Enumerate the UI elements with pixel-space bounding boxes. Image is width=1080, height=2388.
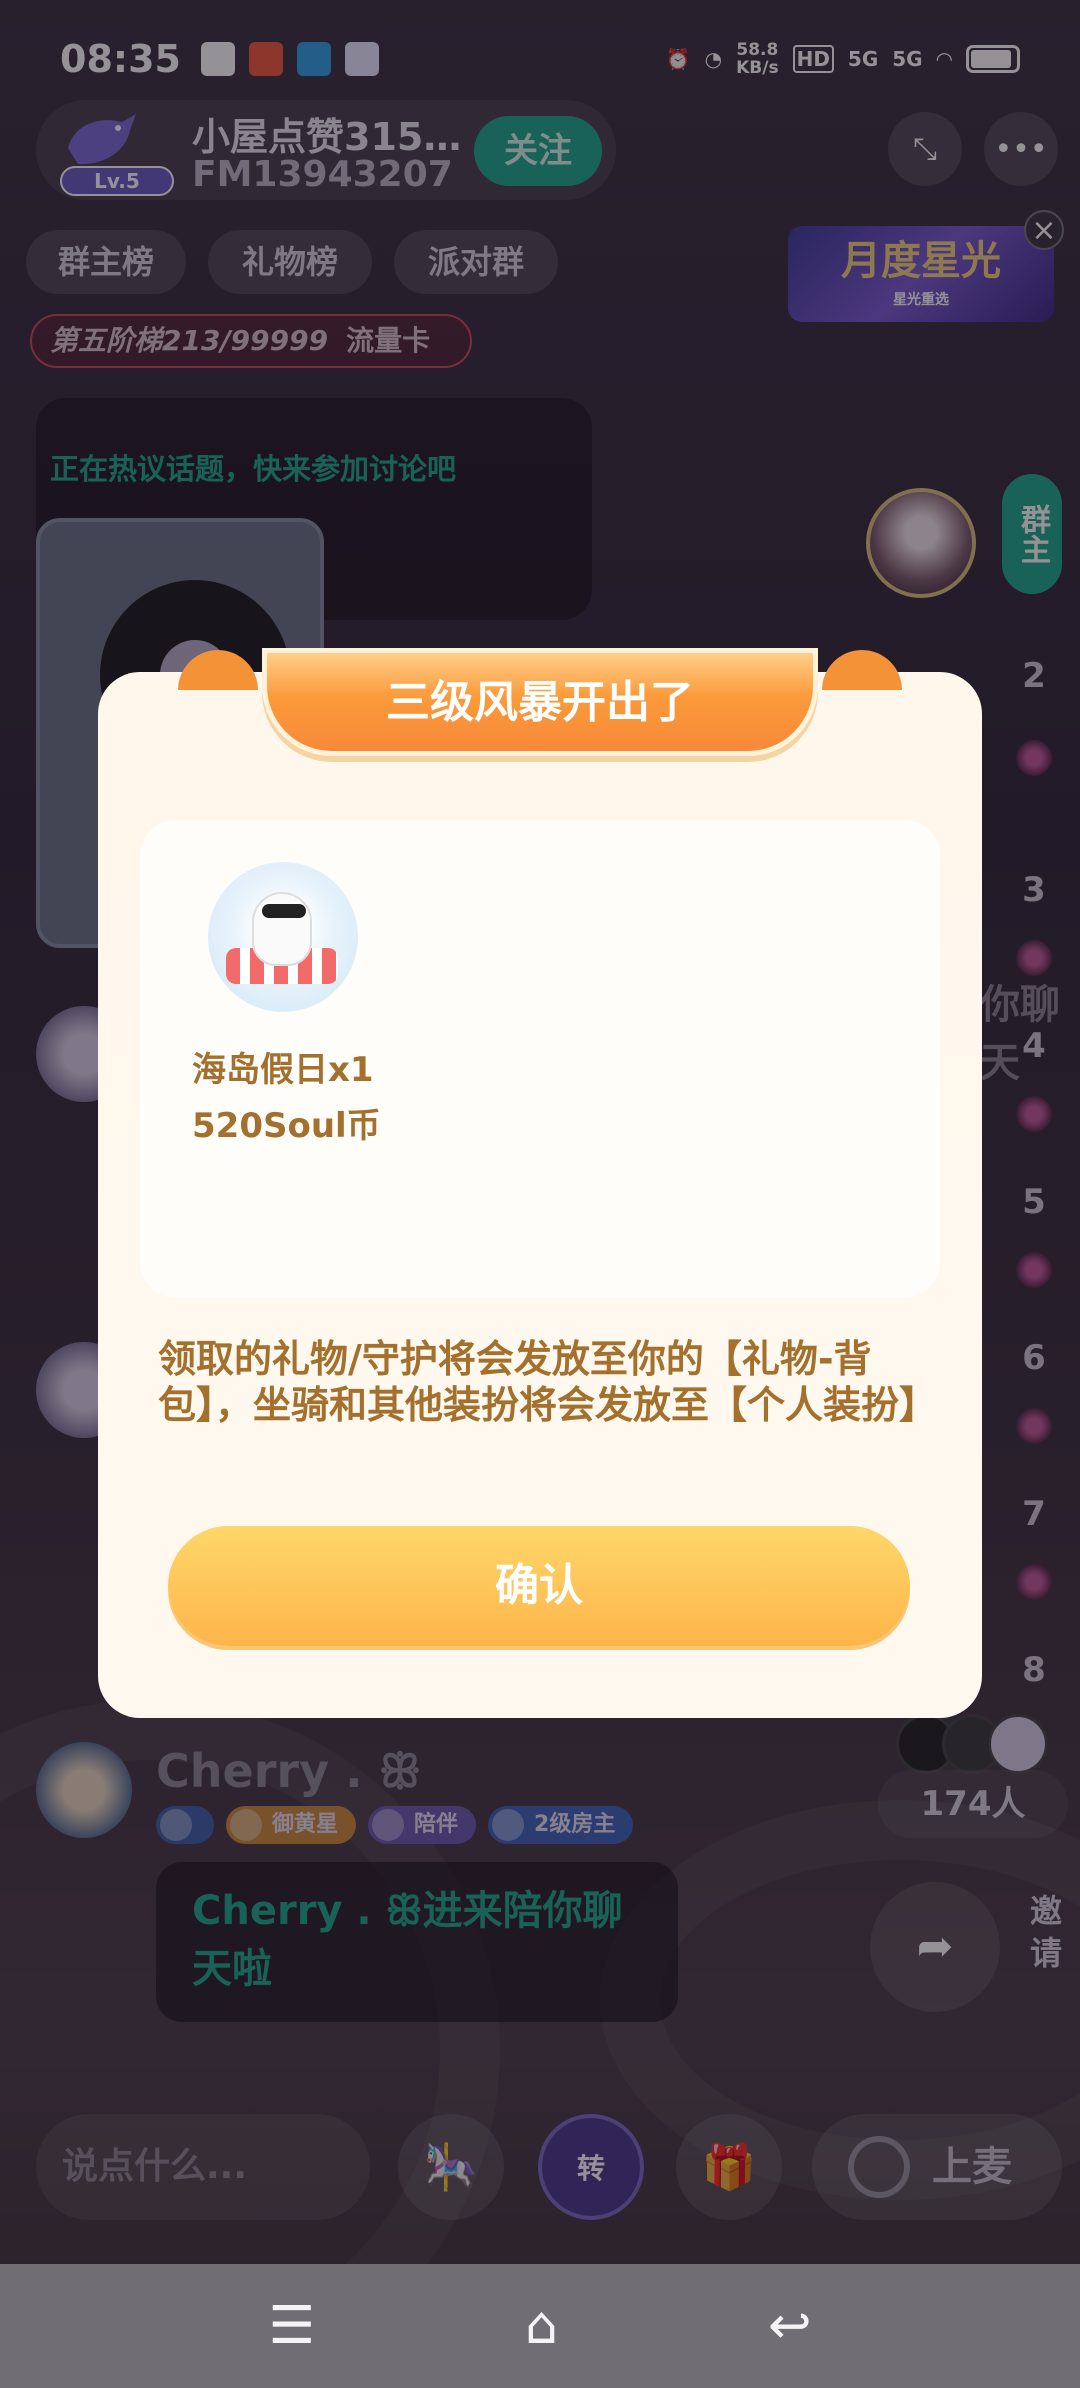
gift-name: 海岛假日x1	[192, 1050, 374, 1090]
dialog-note: 领取的礼物/守护将会发放至你的【礼物-背包】，坐骑和其他装扮将会发放至【个人装扮…	[158, 1337, 938, 1427]
island-holiday-gift-icon	[208, 862, 358, 1012]
menu-icon[interactable]: ☰	[268, 2296, 315, 2356]
dialog-title: 三级风暴开出了	[262, 648, 818, 756]
system-nav-bar: ☰ ⌂ ↩	[0, 2264, 1080, 2388]
gift-price: 520Soul币	[192, 1106, 381, 1146]
home-icon[interactable]: ⌂	[525, 2296, 558, 2356]
voice-room-screen: 08:35 ⏰ ◔ 58.8 KB/s HD 5G 5G ◠ Lv.5 小屋点赞3…	[0, 0, 1080, 2388]
back-icon[interactable]: ↩	[768, 2296, 812, 2356]
confirm-button[interactable]: 确认	[168, 1526, 910, 1646]
